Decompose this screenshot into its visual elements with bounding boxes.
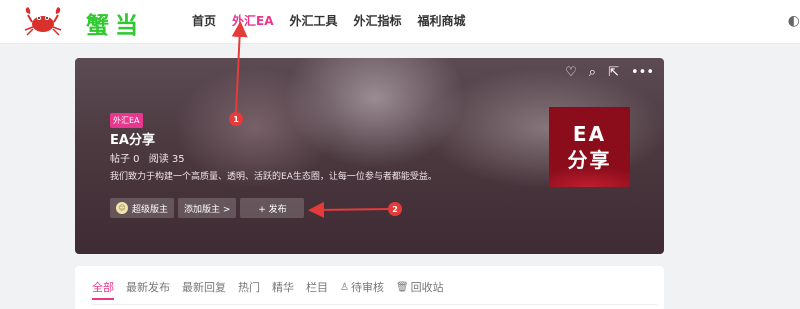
banner-actions: ♡ ⌕ ⇱ ••• xyxy=(565,65,654,80)
nav-item-home[interactable]: 首页 xyxy=(192,12,216,29)
tab-latest-posts[interactable]: 最新发布 xyxy=(126,279,170,295)
divider xyxy=(92,304,657,305)
nav-item-forex-indicators[interactable]: 外汇指标 xyxy=(354,12,402,29)
thread-list-panel: 全部 最新发布 最新回复 热门 精华 栏目 ♙ 待审核 🗑 回收站 xyxy=(75,266,664,309)
super-moderator-button[interactable]: ☺ 超级版主 xyxy=(110,198,175,218)
tab-recycle-bin[interactable]: 🗑 回收站 xyxy=(396,279,444,295)
thumbnail-line1: EA xyxy=(572,122,607,146)
tab-all[interactable]: 全部 xyxy=(92,279,114,295)
thread-tabs: 全部 最新发布 最新回复 热门 精华 栏目 ♙ 待审核 🗑 回收站 xyxy=(92,279,456,295)
forum-title: EA分享 xyxy=(110,133,155,148)
annotation-marker-1: 1 xyxy=(229,112,243,126)
tab-recycle-bin-label: 回收站 xyxy=(410,281,444,294)
super-moderator-label: 超级版主 xyxy=(132,204,169,215)
banner-button-row: ☺ 超级版主 添加版主 > + 发布 xyxy=(110,198,305,218)
forum-stats: 帖子 0 阅读 35 xyxy=(110,150,191,165)
nav-item-forex-tools[interactable]: 外汇工具 xyxy=(290,12,338,29)
search-icon[interactable]: ⌕ xyxy=(589,65,596,80)
tab-columns[interactable]: 栏目 xyxy=(306,279,328,295)
main-nav: 首页 外汇EA 外汇工具 外汇指标 福利商城 xyxy=(192,12,482,29)
add-moderator-button[interactable]: 添加版主 > xyxy=(178,198,237,218)
share-icon[interactable]: ⇱ xyxy=(608,65,619,80)
user-review-icon: ♙ xyxy=(340,281,349,293)
tab-pending-review-label: 待审核 xyxy=(350,281,384,294)
post-count: 帖子 0 xyxy=(110,154,140,165)
trash-icon: 🗑 xyxy=(395,281,409,293)
tab-featured[interactable]: 精华 xyxy=(272,279,294,295)
tab-latest-replies[interactable]: 最新回复 xyxy=(182,279,226,295)
read-count: 阅读 35 xyxy=(148,154,185,165)
more-icon[interactable]: ••• xyxy=(631,65,654,80)
nav-item-forex-ea[interactable]: 外汇EA xyxy=(232,12,274,29)
crab-logo-icon[interactable] xyxy=(22,5,64,37)
forum-thumbnail: EA 分享 xyxy=(549,107,630,187)
top-navbar: 蟹当 首页 外汇EA 外汇工具 外汇指标 福利商城 ◐ xyxy=(0,0,800,44)
annotation-marker-2: 2 xyxy=(388,202,402,216)
thumbnail-line2: 分享 xyxy=(567,148,612,172)
logo-text[interactable]: 蟹当 xyxy=(86,6,144,40)
category-tag[interactable]: 外汇EA xyxy=(110,113,143,128)
tab-pending-review[interactable]: ♙ 待审核 xyxy=(340,279,384,295)
tab-hot[interactable]: 热门 xyxy=(238,279,260,295)
avatar: ☺ xyxy=(116,202,128,214)
forum-description: 我们致力于构建一个高质量、透明、活跃的EA生态圈，让每一位参与者都能受益。 xyxy=(110,172,437,182)
active-tab-indicator xyxy=(92,298,114,300)
nav-item-welfare-mall[interactable]: 福利商城 xyxy=(418,12,466,29)
forum-banner: ♡ ⌕ ⇱ ••• 外汇EA EA分享 帖子 0 阅读 35 我们致力于构建一个… xyxy=(75,58,664,254)
publish-button[interactable]: + 发布 xyxy=(240,198,305,218)
user-menu-icon[interactable]: ◐ xyxy=(788,13,800,29)
heart-icon[interactable]: ♡ xyxy=(565,65,577,80)
